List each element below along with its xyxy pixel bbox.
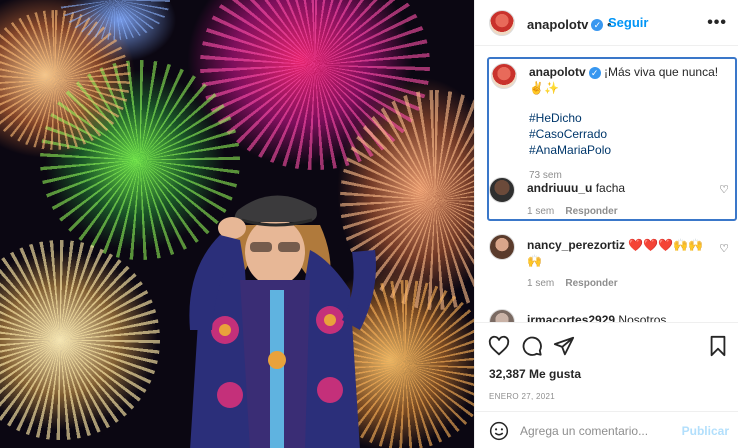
share-paper-plane-icon[interactable] [553, 335, 575, 357]
caption-text: ¡Más viva que nunca! [604, 65, 719, 79]
commenter-username[interactable]: irmacortes2929 [527, 313, 615, 322]
author-avatar[interactable] [489, 10, 515, 36]
verified-badge-icon: ✓ [588, 66, 601, 79]
comment-time[interactable]: 1 sem [527, 278, 554, 289]
post-date[interactable]: ENERO 27, 2021 [489, 392, 555, 401]
add-comment-bar: Publicar [475, 411, 738, 448]
hashtag-casocerrado[interactable]: #CasoCerrado [529, 126, 729, 142]
comment-bubble-icon[interactable] [521, 335, 543, 357]
likes-count[interactable]: 32,387 Me gusta [489, 367, 581, 381]
emoji-smiley-icon[interactable] [489, 421, 509, 441]
commenter-username[interactable]: andriuuu_u [527, 181, 592, 195]
commenter-username[interactable]: nancy_perezortiz [527, 238, 625, 252]
caption-emojis: ✌️✨ [529, 81, 559, 95]
comment-text: Nosotros [618, 313, 667, 322]
comment-item: nancy_perezortiz ❤️❤️❤️🙌🙌 🙌 1 sem Respon… [487, 232, 737, 302]
like-comment-heart-icon[interactable]: ♡ [719, 242, 729, 255]
follow-button[interactable]: Seguir [608, 15, 648, 30]
author-username[interactable]: anapolotv [527, 17, 588, 32]
like-heart-icon[interactable] [488, 335, 510, 357]
caption-first-line: anapolotv ✓ ¡Más viva que nunca! [529, 64, 729, 80]
caption-avatar[interactable] [491, 63, 517, 89]
hashtag-hedicho[interactable]: #HeDicho [529, 110, 729, 126]
comment-time[interactable]: 1 sem [527, 206, 554, 217]
commenter-avatar[interactable] [489, 309, 515, 322]
comment-text: facha [595, 181, 626, 195]
like-comment-heart-icon[interactable]: ♡ [719, 183, 729, 196]
comment-item: irmacortes2929 Nosotros [487, 307, 737, 322]
post-header: anapolotv ✓ • Seguir ••• [475, 0, 738, 46]
commenter-avatar[interactable] [489, 234, 515, 260]
comment-item: andriuuu_u facha 1 sem Responder ♡ [487, 175, 737, 225]
post-sidebar: anapolotv ✓ • Seguir ••• anapolotv ✓ ¡Más … [474, 0, 738, 448]
caption-username[interactable]: anapolotv [529, 65, 586, 79]
commenter-avatar[interactable] [489, 177, 515, 203]
publish-button[interactable]: Publicar [682, 424, 729, 438]
more-options-icon[interactable]: ••• [707, 14, 727, 32]
reply-button[interactable]: Responder [565, 206, 617, 217]
reply-button[interactable]: Responder [565, 278, 617, 289]
comments-list[interactable]: anapolotv ✓ ¡Más viva que nunca! ✌️✨ #HeD… [475, 47, 738, 322]
save-bookmark-icon[interactable] [707, 335, 729, 357]
post-actions: 32,387 Me gusta ENERO 27, 2021 Publicar [475, 322, 738, 448]
comment-input[interactable] [520, 422, 670, 440]
comment-text: ❤️❤️❤️🙌🙌 [628, 238, 704, 252]
comment-text-line2: 🙌 [527, 254, 542, 268]
post-image[interactable] [0, 0, 474, 448]
woman-figure [189, 195, 376, 448]
verified-badge-icon: ✓ [591, 18, 604, 31]
hashtag-anamariapolo[interactable]: #AnaMariaPolo [529, 142, 729, 158]
